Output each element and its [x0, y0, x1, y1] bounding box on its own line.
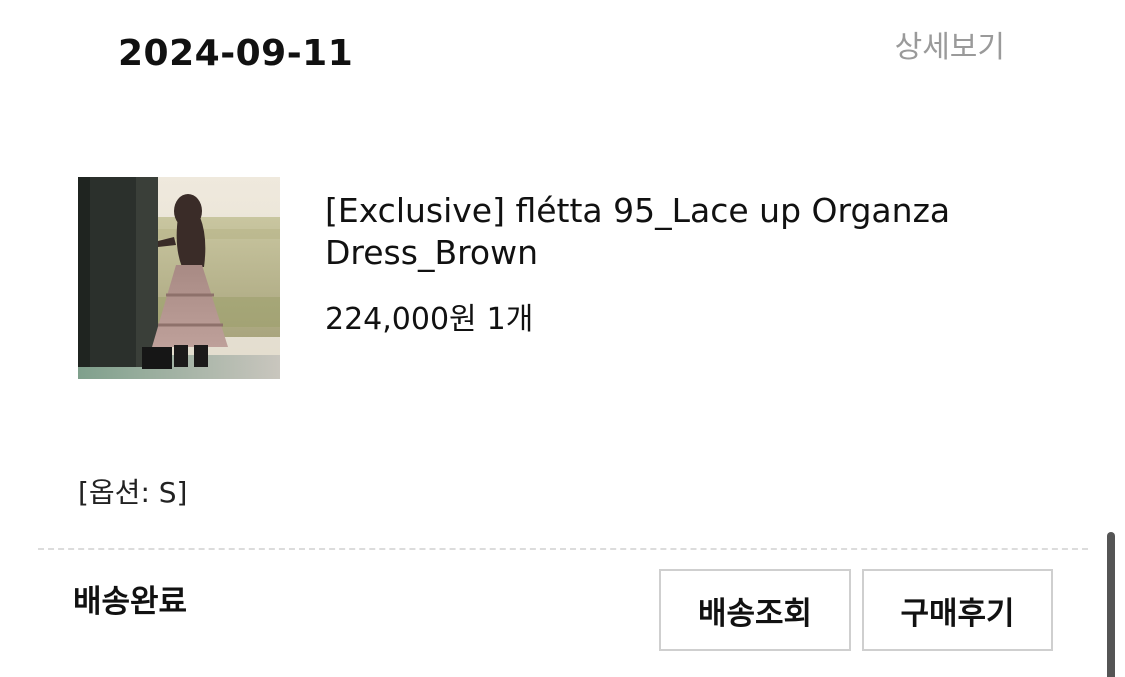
- dashed-divider: [38, 548, 1088, 550]
- shipping-status: 배송완료: [73, 584, 188, 620]
- product-option: [옵션: S]: [78, 476, 188, 509]
- write-review-button[interactable]: 구매후기: [862, 569, 1053, 651]
- scrollbar[interactable]: [1107, 532, 1115, 677]
- product-quantity: 1개: [486, 302, 534, 337]
- order-date: 2024-09-11: [118, 33, 354, 74]
- track-shipment-button[interactable]: 배송조회: [659, 569, 851, 651]
- product-name[interactable]: [Exclusive] flétta 95_Lace up Organza Dr…: [325, 190, 1025, 274]
- view-details-link[interactable]: 상세보기: [895, 26, 1005, 70]
- product-thumbnail[interactable]: [78, 177, 280, 379]
- price-quantity: 224,000원 1개: [325, 299, 533, 341]
- product-photo-icon: [78, 177, 280, 379]
- order-item-card: 2024-09-11 상세보기 [Exclusive] flétta 95_La…: [0, 0, 1125, 677]
- product-price: 224,000원: [325, 302, 477, 337]
